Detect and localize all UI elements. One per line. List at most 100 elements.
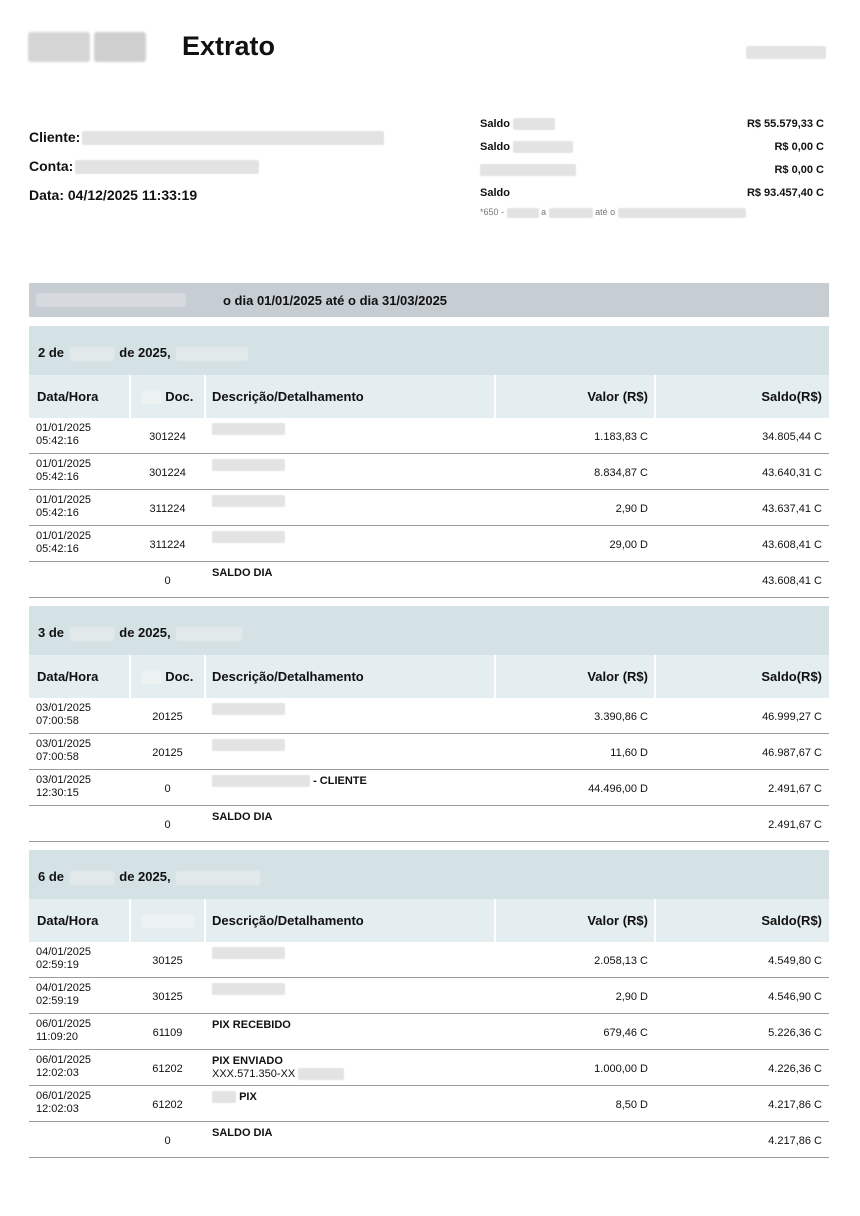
account-field: Conta: [29, 158, 260, 175]
col-desc: Descrição/Detalhamento [212, 913, 364, 928]
row-value: 8.834,87 C [594, 467, 648, 479]
col-balance: Saldo(R$) [761, 389, 822, 404]
row-date-day: 04/01/2025 [36, 946, 92, 958]
row-date-day: 03/01/2025 [36, 702, 92, 714]
balance-label: Saldo [480, 187, 510, 199]
row-doc: 20125 [152, 747, 183, 759]
row-value: 44.496,00 D [588, 783, 648, 795]
balance-row: Saldo R$ 93.457,40 C [480, 187, 824, 201]
bank-logo [28, 32, 146, 62]
note-mid1: a [541, 207, 547, 217]
day-prefix: 6 de [38, 869, 65, 884]
redacted-desc [212, 459, 285, 472]
row-doc: 30125 [152, 991, 183, 1003]
row-date-day: 03/01/2025 [36, 738, 92, 750]
balance-row: Saldo R$ 55.579,33 C [480, 118, 824, 132]
redacted-month [69, 870, 114, 885]
row-balance: 4.549,80 C [768, 955, 822, 967]
row-value: 2,90 D [615, 503, 648, 515]
row-balance: 5.226,36 C [768, 1027, 822, 1039]
note-mid2: até o [595, 207, 616, 217]
redacted-col-prefix [141, 391, 162, 405]
col-doc: Doc. [130, 655, 205, 698]
row-balance: 4.546,90 C [768, 991, 822, 1003]
redacted-col-prefix [141, 671, 162, 685]
client-field: Cliente: [29, 129, 385, 146]
row-balance: 46.987,67 C [762, 747, 822, 759]
row-date: 01/01/2025 05:42:16 [36, 458, 91, 484]
balance-row: R$ 0,00 C [480, 164, 824, 178]
row-value: 679,46 C [603, 1027, 648, 1039]
col-balance: Saldo(R$) [761, 913, 822, 928]
col-value: Valor (R$) [587, 389, 648, 404]
row-value: 29,00 D [609, 539, 648, 551]
row-balance: 46.999,27 C [762, 711, 822, 723]
table-header: Data/Hora Doc. Descrição/Detalhamento Va… [29, 375, 829, 418]
row-date-time: 11:09:20 [36, 1031, 79, 1043]
row-doc: 0 [164, 783, 171, 795]
row-value: 3.390,86 C [594, 711, 648, 723]
row-date-day: 04/01/2025 [36, 982, 92, 994]
row-value: 2.058,13 C [594, 955, 648, 967]
row-value: 2,90 D [615, 991, 648, 1003]
note-prefix: *650 - [480, 207, 505, 217]
row-date-time: 07:00:58 [36, 751, 79, 763]
balance-value: R$ 93.457,40 C [746, 187, 824, 199]
day-section: 2 de de 2025, Data/Hora Doc. Descrição/D… [29, 326, 829, 598]
row-doc: 61202 [152, 1099, 183, 1111]
col-doc [130, 899, 205, 942]
row-balance: 4.217,86 C [768, 1099, 822, 1111]
row-date-day: 01/01/2025 [36, 458, 92, 470]
row-doc: 311224 [149, 539, 186, 551]
table-row: 03/01/2025 07:00:58 20125 3.390,86 C 46.9… [29, 698, 829, 734]
row-desc [212, 703, 285, 716]
row-desc: PIX RECEBIDO [212, 1019, 291, 1031]
col-date: Data/Hora [37, 669, 99, 684]
table-row: 01/01/2025 05:42:16 301224 1.183,83 C 34.… [29, 418, 829, 454]
row-balance: 43.608,41 C [762, 575, 822, 587]
row-date: 06/01/2025 12:02:03 [36, 1054, 91, 1080]
row-doc: 20125 [152, 711, 183, 723]
row-desc-text: PIX ENVIADO [212, 1055, 283, 1067]
redacted-desc-detail [298, 1068, 345, 1081]
row-doc: 301224 [149, 467, 186, 479]
row-doc: 301224 [149, 431, 186, 443]
row-date-day: 01/01/2025 [36, 530, 92, 542]
row-date-time: 12:30:15 [36, 787, 79, 799]
daily-balance-row: 0 SALDO DIA 2.491,67 C [29, 806, 829, 842]
day-suffix: de 2025, [119, 625, 171, 640]
redacted-weekday [176, 870, 261, 885]
row-date-time: 07:00:58 [36, 715, 79, 727]
redacted-balance-type [512, 141, 573, 154]
balance-row: Saldo R$ 0,00 C [480, 141, 824, 155]
day-header: 6 de de 2025, [29, 850, 829, 899]
row-date-time: 05:42:16 [36, 435, 79, 447]
row-balance: 2.491,67 C [768, 783, 822, 795]
row-date-day: 06/01/2025 [36, 1054, 92, 1066]
redacted-month [69, 626, 114, 641]
row-desc [212, 495, 285, 508]
row-date-time: 05:42:16 [36, 507, 79, 519]
balance-footnote: *650 - a até o [480, 207, 746, 218]
redacted-balance-type [480, 164, 576, 177]
table-row: 06/01/2025 11:09:20 61109 PIX RECEBIDO 67… [29, 1014, 829, 1050]
table-row: 06/01/2025 12:02:03 61202 PIX 8,50 D 4.21… [29, 1086, 829, 1122]
row-doc: 30125 [152, 955, 183, 967]
row-desc [212, 947, 285, 960]
redacted-header-info [746, 46, 826, 59]
redacted-balance-type [512, 118, 555, 131]
table-row: 03/01/2025 12:30:15 0 - CLIENTE 44.496,00… [29, 770, 829, 806]
redacted-note-part [548, 207, 593, 218]
period-header: o dia 01/01/2025 até o dia 31/03/2025 [29, 283, 829, 317]
redacted-weekday [176, 626, 243, 641]
row-value: 8,50 D [615, 1099, 648, 1111]
day-section: 6 de de 2025, Data/Hora Descrição/Detalh… [29, 850, 829, 1158]
row-date-time: 02:59:19 [36, 959, 79, 971]
row-date: 06/01/2025 11:09:20 [36, 1018, 91, 1044]
row-date-day: 06/01/2025 [36, 1090, 92, 1102]
redacted-month [69, 346, 114, 361]
row-date: 01/01/2025 05:42:16 [36, 422, 91, 448]
day-header: 2 de de 2025, [29, 326, 829, 375]
row-date: 04/01/2025 02:59:19 [36, 982, 91, 1008]
redacted-desc [212, 1091, 236, 1104]
